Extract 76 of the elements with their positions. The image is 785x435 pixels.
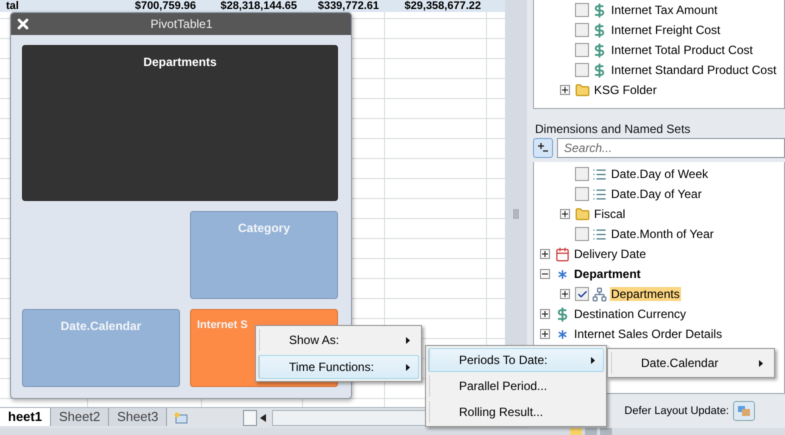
tree-item[interactable]: Internet Sales Order Details xyxy=(573,327,724,341)
checkbox[interactable] xyxy=(575,23,589,37)
menu-item[interactable]: Date.Calendar xyxy=(610,351,772,375)
expander-toggle[interactable] xyxy=(540,309,550,319)
checkbox[interactable] xyxy=(575,43,589,57)
new-sheet-icon[interactable] xyxy=(173,411,190,425)
table-cell-text: $700,759.96 xyxy=(134,0,197,12)
tree-item[interactable]: Department xyxy=(573,267,642,281)
dollar-icon xyxy=(592,42,607,58)
sheet-tab[interactable]: Sheet3 xyxy=(109,408,168,426)
minus-icon xyxy=(542,271,548,277)
search-field[interactable]: Search... xyxy=(557,138,785,158)
defer-label: Defer Layout Update: xyxy=(624,405,729,417)
expander-toggle[interactable] xyxy=(560,209,570,219)
tree-item[interactable]: Internet Total Product Cost xyxy=(610,43,754,57)
expander-toggle[interactable] xyxy=(540,269,550,279)
menu-item[interactable]: Parallel Period... xyxy=(428,374,604,398)
plus-icon xyxy=(542,331,548,337)
checkbox[interactable] xyxy=(575,167,589,181)
update-icon xyxy=(737,405,751,417)
dollar-icon xyxy=(592,2,607,18)
sheet-tab[interactable]: Sheet2 xyxy=(50,408,110,426)
dollar-icon xyxy=(555,306,570,322)
tree-item[interactable]: Date.Day of Week xyxy=(610,167,710,181)
checkbox[interactable] xyxy=(575,287,589,301)
list-icon xyxy=(592,186,607,202)
menu-item[interactable]: Periods To Date: xyxy=(428,348,604,372)
tree-item[interactable]: Internet Tax Amount xyxy=(610,3,719,17)
plus-icon xyxy=(562,291,568,297)
list-icon xyxy=(592,166,607,182)
tree-item[interactable]: KSG Folder xyxy=(593,83,658,97)
tree-item[interactable]: Internet Freight Cost xyxy=(610,23,722,37)
expander-toggle[interactable] xyxy=(560,85,570,95)
tree-item[interactable]: Fiscal xyxy=(593,207,626,221)
plus-icon xyxy=(542,311,548,317)
update-button[interactable] xyxy=(733,401,755,421)
tree-item[interactable]: Delivery Date xyxy=(573,247,648,261)
list-icon xyxy=(592,226,607,242)
menu-item[interactable]: Show As: xyxy=(258,328,419,352)
plus-minus-icon xyxy=(537,142,549,154)
scroll-left-icon[interactable] xyxy=(260,414,266,422)
expander-toggle[interactable] xyxy=(540,329,550,339)
plus-icon xyxy=(562,211,568,217)
tree-item[interactable]: Internet Standard Product Cost xyxy=(610,63,778,77)
table-cell-text: $339,772.61 xyxy=(316,0,380,12)
tree-item[interactable]: Date.Day of Year xyxy=(610,187,703,201)
checkbox[interactable] xyxy=(575,187,589,201)
tree-item[interactable]: Departments xyxy=(610,287,681,301)
hierarchy-icon xyxy=(592,286,607,302)
table-cell-text: $28,318,144.65 xyxy=(220,0,298,12)
field-tile[interactable]: Departments xyxy=(22,45,338,201)
plus-icon xyxy=(542,251,548,257)
menu-item[interactable]: Rolling Result... xyxy=(428,400,604,424)
calendar-icon xyxy=(555,246,570,262)
sheet-tab[interactable]: heet1 xyxy=(0,408,51,426)
checkbox[interactable] xyxy=(575,63,589,77)
checkbox[interactable] xyxy=(575,227,589,241)
menu-item[interactable]: Time Functions: xyxy=(258,355,419,379)
plus-icon xyxy=(562,87,568,93)
splitter-grip-icon[interactable] xyxy=(513,209,519,219)
window-title: PivotTable1 xyxy=(149,17,214,31)
dollar-icon xyxy=(592,22,607,38)
folder-icon xyxy=(575,206,590,222)
checkbox[interactable] xyxy=(575,3,589,17)
table-cell-text: $29,358,677.22 xyxy=(404,0,482,12)
tree-item[interactable]: Destination Currency xyxy=(573,307,688,321)
folder-icon xyxy=(575,82,590,98)
check-icon xyxy=(576,288,588,300)
expander-toggle[interactable] xyxy=(560,289,570,299)
section-label: Dimensions and Named Sets xyxy=(534,121,692,137)
table-cell-text: tal xyxy=(5,0,20,12)
expand-all-button[interactable] xyxy=(533,138,553,158)
dollar-icon xyxy=(592,62,607,78)
split-handle[interactable] xyxy=(243,410,257,426)
tree-item[interactable]: Date.Month of Year xyxy=(610,227,715,241)
expander-toggle[interactable] xyxy=(540,249,550,259)
